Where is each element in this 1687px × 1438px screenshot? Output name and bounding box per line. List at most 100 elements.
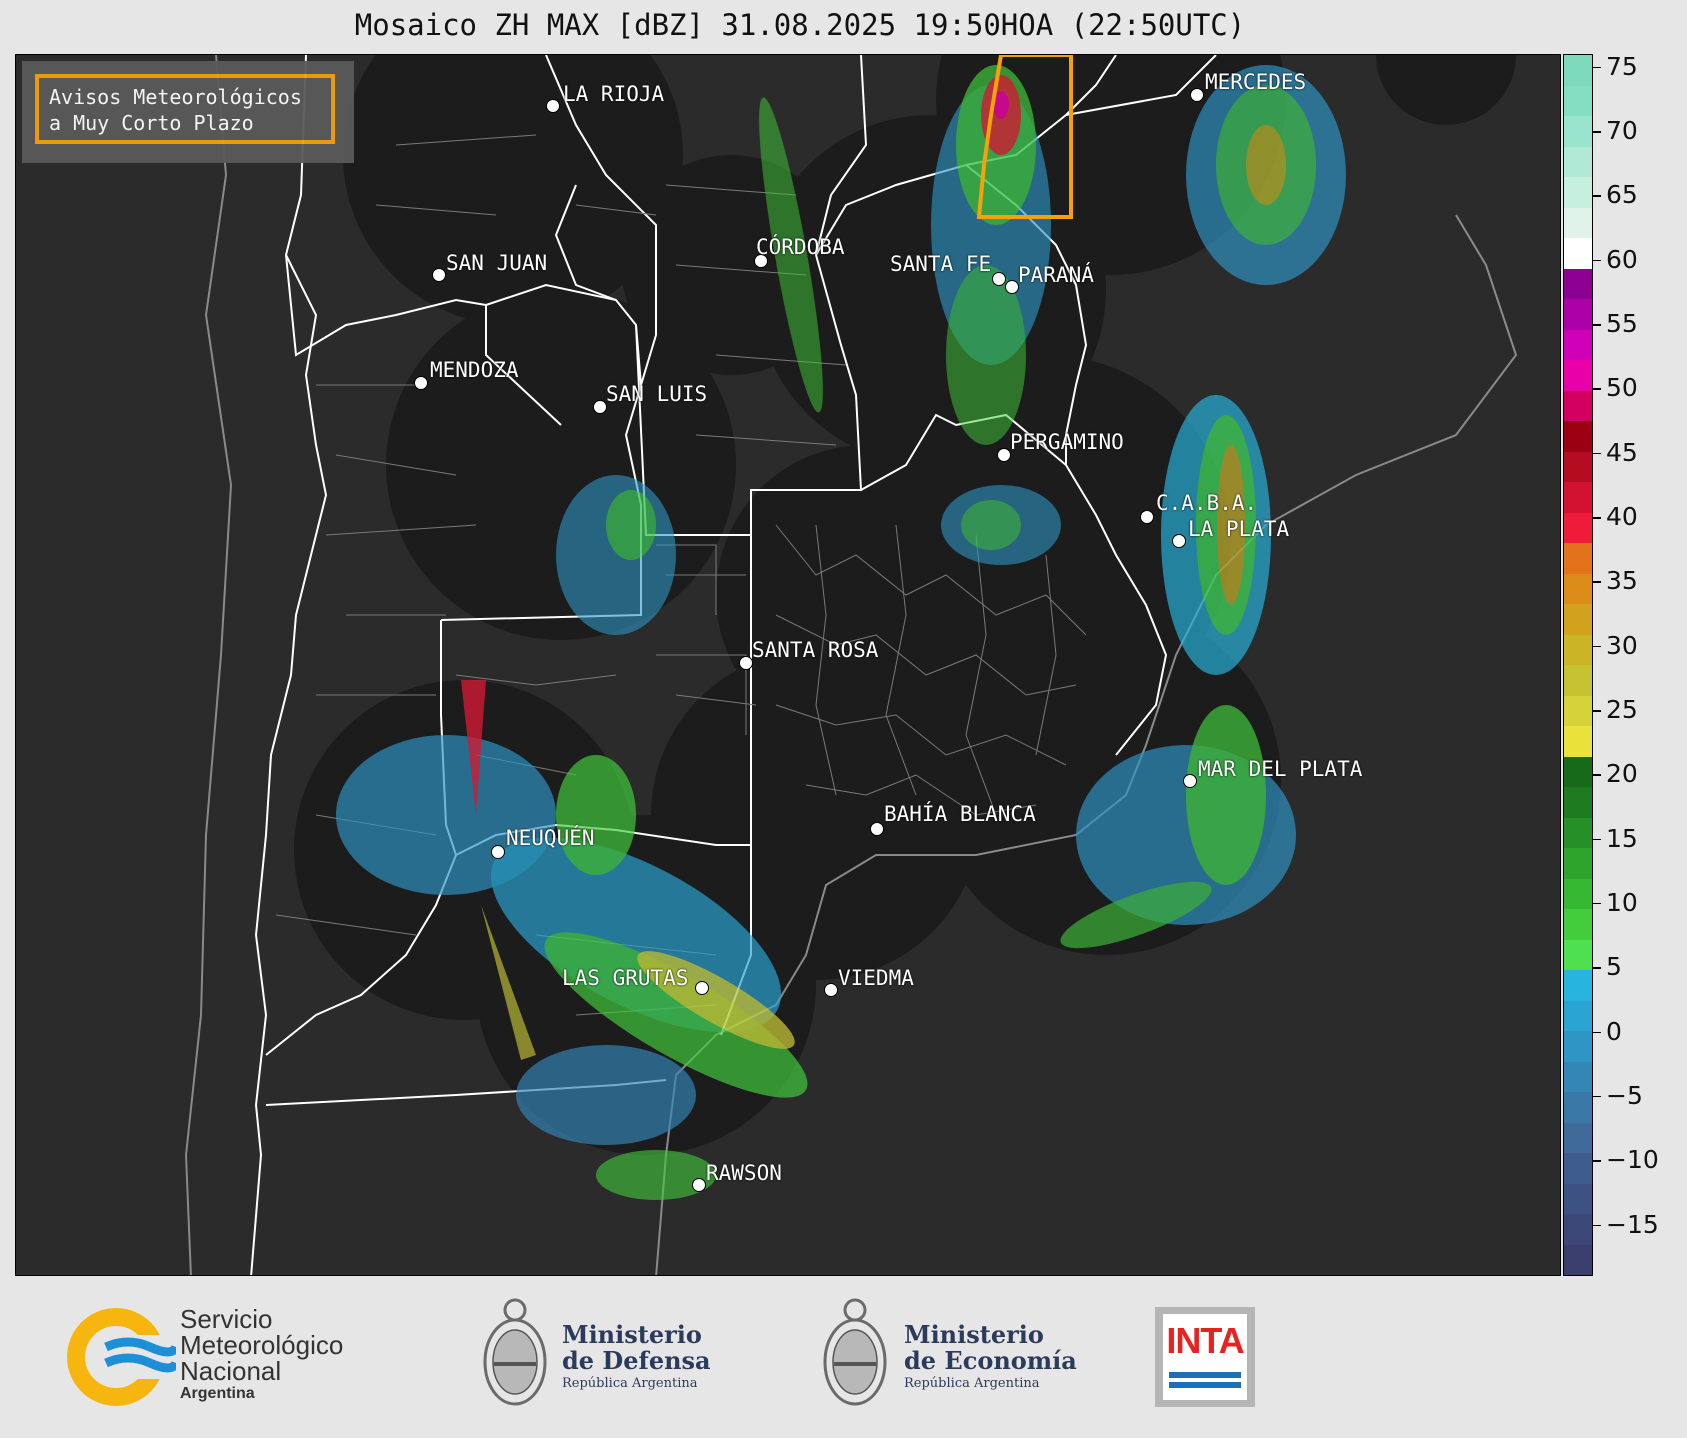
- colorbar-segment: [1564, 329, 1592, 360]
- colorbar-tick: [1593, 710, 1601, 712]
- alert-legend-frame: Avisos Meteorológicos a Muy Corto Plazo: [35, 74, 335, 144]
- colorbar-segment: [1564, 299, 1592, 330]
- city-label-cordoba: CÓRDOBA: [756, 235, 845, 259]
- colorbar-segment: [1564, 573, 1592, 604]
- colorbar-segment: [1564, 177, 1592, 208]
- colorbar-segment: [1564, 1122, 1592, 1153]
- colorbar-segment: [1564, 421, 1592, 452]
- colorbar-tick: [1593, 967, 1601, 969]
- colorbar-tick-label: 55: [1606, 309, 1638, 339]
- colorbar-segment: [1564, 390, 1592, 421]
- colorbar-segment: [1564, 1214, 1592, 1245]
- colorbar-tick: [1593, 645, 1601, 648]
- colorbar-tick-label: −5: [1606, 1080, 1643, 1110]
- smn-logo-text: Servicio Meteorológico Nacional Argentin…: [180, 1304, 344, 1402]
- city-label-parana: PARANÁ: [1018, 263, 1094, 287]
- colorbar-tick: [1593, 131, 1601, 133]
- colorbar-segment: [1564, 85, 1592, 116]
- colorbar-segment: [1564, 909, 1592, 940]
- city-label-la-rioja: LA RIOJA: [563, 82, 665, 106]
- colorbar-tick: [1593, 195, 1601, 197]
- colorbar-tick-label: 60: [1606, 244, 1638, 274]
- radar-map[interactable]: LA RIOJA CÓRDOBA SAN JUAN SANTA FE PARAN…: [15, 54, 1561, 1276]
- colorbar-segment: [1564, 1000, 1592, 1031]
- colorbar-tick-label: 25: [1606, 695, 1638, 725]
- colorbar-tick-label: 30: [1606, 630, 1638, 660]
- colorbar-tick-label: −15: [1606, 1209, 1659, 1239]
- colorbar-tick-label: 10: [1606, 887, 1638, 917]
- colorbar-segment: [1564, 1092, 1592, 1123]
- colorbar-tick: [1593, 902, 1601, 905]
- city-label-neuquen: NEUQUÉN: [506, 826, 595, 850]
- colorbar-tick: [1593, 66, 1601, 69]
- city-label-las-grutas: LAS GRUTAS: [562, 966, 689, 990]
- colorbar-segment: [1564, 1244, 1592, 1275]
- colorbar-segment: [1564, 726, 1592, 757]
- colorbar-segment: [1564, 146, 1592, 177]
- colorbar-tick: [1593, 1095, 1601, 1098]
- colorbar-tick: [1593, 1160, 1601, 1162]
- colorbar-segment: [1564, 970, 1592, 1001]
- colorbar-tick-label: 40: [1606, 502, 1638, 532]
- colorbar-tick-label: 20: [1606, 759, 1638, 789]
- colorbar-tick-label: 0: [1606, 1016, 1622, 1046]
- alert-legend: Avisos Meteorológicos a Muy Corto Plazo: [22, 61, 354, 163]
- colorbar-segment: [1564, 55, 1592, 86]
- colorbar-segment: [1564, 756, 1592, 787]
- city-label-caba: C.A.B.A.: [1156, 491, 1258, 515]
- city-label-pergamino: PERGAMINO: [1010, 430, 1124, 454]
- colorbar-tick: [1593, 259, 1601, 262]
- dbz-colorbar: [1563, 54, 1593, 1276]
- colorbar-segment: [1564, 848, 1592, 879]
- colorbar-tick-label: 50: [1606, 373, 1638, 403]
- city-label-mar-del-plata: MAR DEL PLATA: [1198, 757, 1363, 781]
- colorbar-tick: [1593, 774, 1601, 776]
- colorbar-tick: [1593, 1031, 1601, 1034]
- colorbar-segment: [1564, 787, 1592, 818]
- colorbar-segment: [1564, 238, 1592, 269]
- colorbar-tick-label: 15: [1606, 823, 1638, 853]
- city-label-santa-rosa: SANTA ROSA: [752, 638, 879, 662]
- colorbar-tick: [1593, 838, 1601, 841]
- colorbar-segment: [1564, 207, 1592, 238]
- colorbar-segment: [1564, 1183, 1592, 1214]
- colorbar-segment: [1564, 360, 1592, 391]
- argentina-coat-of-arms-icon: [483, 1298, 547, 1406]
- city-label-la-plata: LA PLATA: [1188, 517, 1290, 541]
- argentina-coat-of-arms-icon: [823, 1298, 887, 1406]
- economia-logo-text: Ministerio de Economía República Argenti…: [904, 1320, 1077, 1392]
- footer-logos: Servicio Meteorológico Nacional Argentin…: [0, 1282, 1687, 1438]
- inta-logo-text: INTA: [1166, 1320, 1244, 1361]
- colorbar-segment: [1564, 604, 1592, 635]
- map-title: Mosaico ZH MAX [dBZ] 31.08.2025 19:50HOA…: [354, 8, 1246, 42]
- colorbar-tick: [1593, 452, 1601, 455]
- colorbar-segment: [1564, 878, 1592, 909]
- city-label-rawson: RAWSON: [706, 1161, 782, 1185]
- colorbar-segment: [1564, 268, 1592, 299]
- colorbar-segment: [1564, 543, 1592, 574]
- colorbar-tick: [1593, 517, 1601, 519]
- colorbar-tick-label: 75: [1606, 51, 1638, 81]
- city-label-bahia-blanca: BAHÍA BLANCA: [884, 802, 1036, 826]
- colorbar-tick-label: −10: [1606, 1145, 1659, 1175]
- colorbar-tick-label: 65: [1606, 180, 1638, 210]
- city-label-mendoza: MENDOZA: [430, 358, 519, 382]
- colorbar-segment: [1564, 1061, 1592, 1092]
- colorbar-segment: [1564, 1153, 1592, 1184]
- colorbar-segment: [1564, 512, 1592, 543]
- colorbar-segment: [1564, 116, 1592, 147]
- colorbar-tick-label: 35: [1606, 566, 1638, 596]
- inta-logo: INTA: [1155, 1307, 1255, 1407]
- colorbar-segment: [1564, 451, 1592, 482]
- colorbar-segment: [1564, 939, 1592, 970]
- city-label-san-luis: SAN LUIS: [606, 382, 708, 406]
- city-label-viedma: VIEDMA: [838, 966, 914, 990]
- colorbar-segment: [1564, 634, 1592, 665]
- colorbar-segment: [1564, 482, 1592, 513]
- alert-legend-line1: Avisos Meteorológicos: [49, 85, 302, 109]
- colorbar-tick: [1593, 388, 1601, 390]
- colorbar-tick: [1593, 581, 1601, 583]
- city-label-mercedes: MERCEDES: [1205, 70, 1307, 94]
- colorbar-tick-label: 70: [1606, 116, 1638, 146]
- city-label-san-juan: SAN JUAN: [446, 251, 548, 275]
